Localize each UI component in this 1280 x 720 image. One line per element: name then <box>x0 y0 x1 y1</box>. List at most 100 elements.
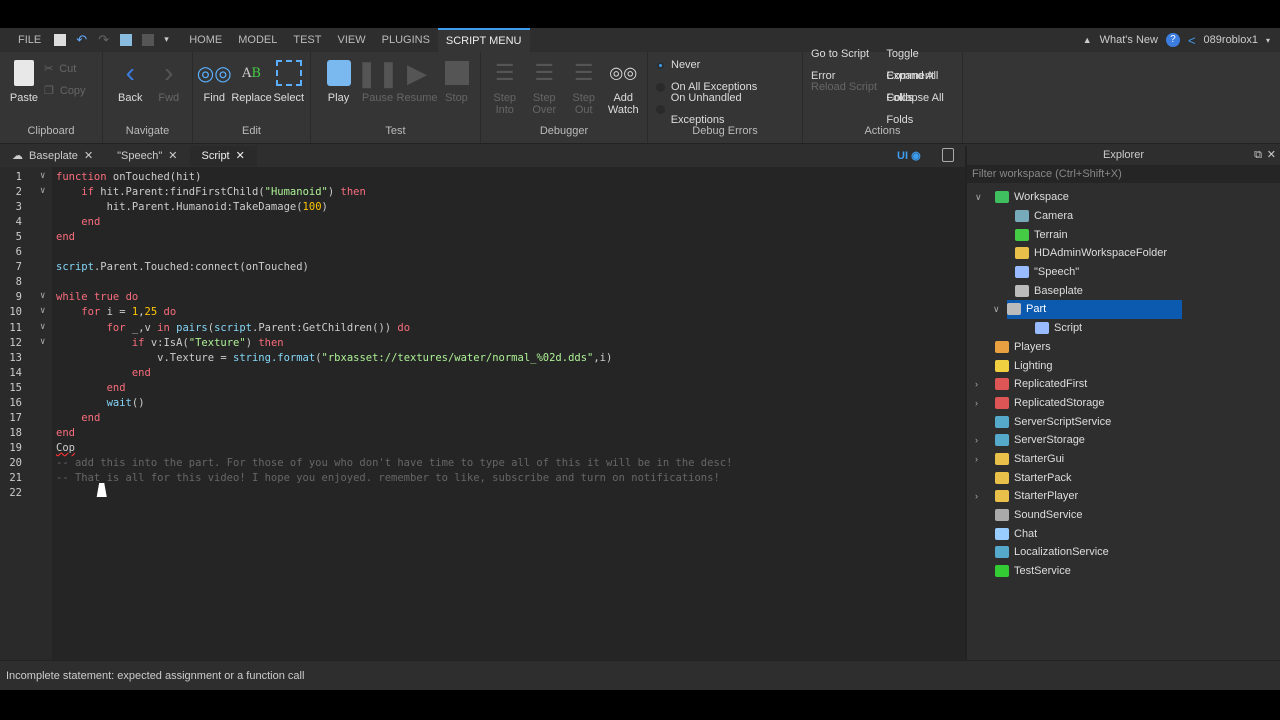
device-emulator-icon[interactable] <box>942 148 954 162</box>
stop-icon[interactable] <box>142 34 155 46</box>
fold-chevron-icon[interactable]: ∨ <box>40 306 45 316</box>
expand-arrow-icon[interactable]: ∨ <box>975 192 982 203</box>
fold-chevron-icon[interactable]: ∨ <box>40 291 45 301</box>
edit-group: ◎◎ Find A B Replace Select Edit <box>193 52 311 143</box>
undo-icon[interactable]: ↶ <box>76 33 88 46</box>
code-line[interactable]: end <box>56 216 100 228</box>
file-menu[interactable]: FILE <box>10 28 49 52</box>
share-icon[interactable]: < <box>1188 33 1196 48</box>
radio-button-selected[interactable] <box>656 60 665 70</box>
expand-arrow-icon[interactable]: › <box>975 398 978 408</box>
code-line[interactable]: end <box>56 382 126 394</box>
explorer-item[interactable]: › ReplicatedStorage <box>975 394 1280 413</box>
tab-script[interactable]: Script ✕ <box>189 146 257 166</box>
code-line[interactable]: if v:IsA("Texture") then <box>56 337 284 349</box>
code-line[interactable]: Cop <box>56 442 75 454</box>
fold-chevron-icon[interactable]: ∨ <box>40 322 45 332</box>
undock-icon[interactable]: ⧉ <box>1254 146 1262 164</box>
explorer-item[interactable]: › ReplicatedFirst <box>975 375 1280 394</box>
explorer-item-label: TestService <box>1014 565 1071 578</box>
cut-button[interactable]: ✂ Cut <box>44 58 86 80</box>
fold-chevron-icon[interactable]: ∨ <box>40 186 45 196</box>
tab-baseplate[interactable]: ☁ Baseplate ✕ <box>0 146 105 166</box>
script-editor[interactable]: 1 ∨ 2 ∨ 3 4 5 6 7 8 9 ∨ 10 ∨ 11 ∨ 12 ∨ 13 14 15 16 17 18 19 20 21 2… <box>0 167 965 660</box>
explorer-item[interactable]: TestService <box>995 562 1280 581</box>
explorer-item[interactable]: ∨ Part <box>993 300 1182 319</box>
fold-chevron-icon[interactable]: ∨ <box>40 337 45 347</box>
explorer-item[interactable]: › ServerStorage <box>975 431 1280 450</box>
reload-script-button[interactable]: Reload Script <box>811 76 886 98</box>
explorer-item[interactable]: Lighting <box>995 356 1280 375</box>
expand-arrow-icon[interactable]: › <box>975 435 978 445</box>
expand-arrow-icon[interactable]: › <box>975 454 978 464</box>
help-icon[interactable]: ? <box>1165 33 1180 47</box>
radio-on-unhandled-exceptions[interactable]: On Unhandled Exceptions <box>656 92 794 126</box>
explorer-item[interactable]: Players <box>995 338 1280 357</box>
chevron-down-icon[interactable]: ▾ <box>1266 36 1270 45</box>
explorer-item-label: Terrain <box>1034 228 1068 241</box>
explorer-item[interactable]: Chat <box>995 524 1280 543</box>
fold-chevron-icon[interactable]: ∨ <box>40 171 45 181</box>
code-line[interactable]: while true do <box>56 291 138 303</box>
code-line[interactable]: for _,v in pairs(script.Parent:GetChildr… <box>56 322 411 334</box>
close-icon[interactable]: ✕ <box>1267 146 1276 164</box>
code-line[interactable]: v.Texture = string.format("rbxasset://te… <box>56 352 612 364</box>
redo-icon[interactable]: ↷ <box>98 33 110 46</box>
code-line[interactable]: end <box>56 412 100 424</box>
explorer-item[interactable]: Baseplate <box>1015 281 1280 300</box>
tab-speech[interactable]: "Speech" ✕ <box>105 146 189 166</box>
filter-workspace-input[interactable]: Filter workspace (Ctrl+Shift+X) <box>967 165 1280 183</box>
tab-home[interactable]: HOME <box>181 28 230 52</box>
explorer-item[interactable]: ∨ Workspace <box>975 188 1280 207</box>
radio-never[interactable]: Never <box>656 54 794 76</box>
copy-button[interactable]: ❐ Copy <box>44 80 86 102</box>
collapse-ribbon-icon[interactable]: ▲ <box>1083 35 1092 45</box>
radio-button[interactable] <box>656 104 665 114</box>
explorer-item[interactable]: Script <box>1035 319 1280 338</box>
user-menu[interactable]: 089roblox1 <box>1204 34 1258 46</box>
code-line[interactable]: end <box>56 231 75 243</box>
explorer-item[interactable]: ServerScriptService <box>995 412 1280 431</box>
play-here-icon[interactable] <box>120 34 133 46</box>
explorer-item[interactable]: Camera <box>1015 207 1280 226</box>
ui-visibility-toggle[interactable]: UI ◉ <box>897 149 921 162</box>
code-line[interactable]: -- add this into the part. For those of … <box>56 457 732 469</box>
code-line[interactable]: function onTouched(hit) <box>56 171 201 183</box>
code-line[interactable]: script.Parent.Touched:connect(onTouched) <box>56 261 309 273</box>
customize-icon[interactable]: ▾ <box>164 34 176 46</box>
explorer-item[interactable]: › StarterPlayer <box>975 487 1280 506</box>
expand-arrow-icon[interactable]: › <box>975 379 978 389</box>
tab-test[interactable]: TEST <box>285 28 329 52</box>
expand-arrow-icon[interactable]: ∨ <box>993 304 1000 315</box>
whats-new-link[interactable]: What's New <box>1100 34 1158 46</box>
go-to-script-error-button[interactable]: Go to Script Error <box>811 48 886 82</box>
new-file-icon[interactable] <box>54 34 67 46</box>
explorer-item[interactable]: "Speech" <box>1015 263 1280 282</box>
code-line[interactable]: end <box>56 427 75 439</box>
tab-script-menu[interactable]: SCRIPT MENU <box>437 28 530 52</box>
explorer-item[interactable]: SoundService <box>995 506 1280 525</box>
explorer-item[interactable]: › StarterGui <box>975 450 1280 469</box>
explorer-item[interactable]: Terrain <box>1015 225 1280 244</box>
code-line[interactable]: hit.Parent.Humanoid:TakeDamage(100) <box>56 201 328 213</box>
tab-view[interactable]: VIEW <box>329 28 373 52</box>
close-icon[interactable]: ✕ <box>236 146 245 166</box>
close-icon[interactable]: ✕ <box>168 146 177 166</box>
code-line[interactable]: for i = 1,25 do <box>56 306 176 318</box>
expand-arrow-icon[interactable]: › <box>975 491 978 501</box>
explorer-item[interactable]: HDAdminWorkspaceFolder <box>1015 244 1280 263</box>
radio-button[interactable] <box>656 82 665 92</box>
collapse-all-folds-button[interactable]: Collapse All Folds <box>886 92 958 126</box>
code-token: "rbxasset://textures/water/normal_%02d.d… <box>321 351 594 364</box>
line-number: 8 <box>15 276 22 289</box>
explorer-item[interactable]: LocalizationService <box>995 543 1280 562</box>
code-line[interactable]: -- That is all for this video! I hope yo… <box>56 472 720 484</box>
tab-plugins[interactable]: PLUGINS <box>374 28 438 52</box>
close-icon[interactable]: ✕ <box>84 146 93 166</box>
explorer-item[interactable]: StarterPack <box>995 468 1280 487</box>
code-line[interactable]: wait() <box>56 397 145 409</box>
tab-model[interactable]: MODEL <box>230 28 285 52</box>
code-line[interactable]: end <box>56 367 151 379</box>
explorer-item-label: StarterPlayer <box>1014 490 1079 503</box>
code-line[interactable]: if hit.Parent:findFirstChild("Humanoid")… <box>56 186 366 198</box>
